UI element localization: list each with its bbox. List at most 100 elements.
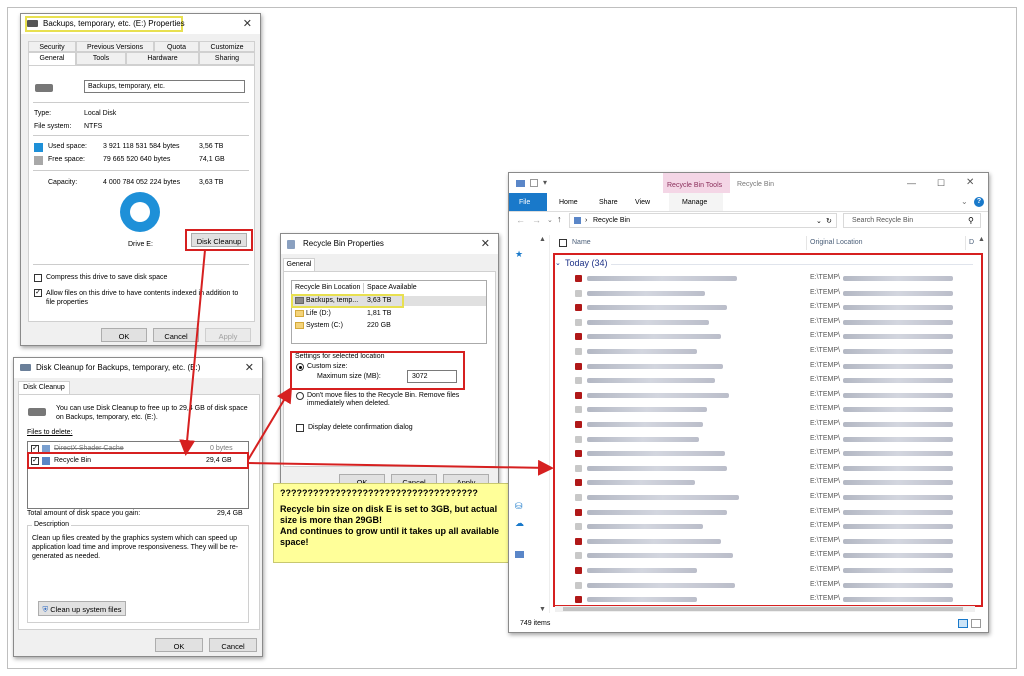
drive-properties-window: Backups, temporary, etc. (E:) Properties…	[20, 13, 261, 346]
cleanup-icon	[20, 364, 31, 371]
title-bar: Disk Cleanup for Backups, temporary, etc…	[14, 358, 262, 378]
volume-name-input[interactable]: Backups, temporary, etc.	[84, 80, 245, 93]
h-scrollbar[interactable]	[555, 606, 975, 612]
free-color-swatch	[34, 156, 43, 165]
note-line-grow: And continues to grow until it takes up …	[280, 526, 500, 547]
apply-button[interactable]: Apply	[205, 328, 251, 342]
h-scroll-thumb[interactable]	[563, 607, 963, 611]
nav-quick-access-icon[interactable]: ★	[515, 249, 523, 260]
free-bytes: 79 665 520 640 bytes	[103, 156, 171, 163]
ribbon-tab-share[interactable]: Share	[599, 199, 618, 206]
recent-icon[interactable]: ⌄	[547, 216, 553, 224]
ribbon-tab-home[interactable]: Home	[559, 199, 578, 206]
tab-security[interactable]: Security	[28, 41, 76, 52]
nav-this-pc-icon[interactable]	[515, 551, 524, 558]
index-checkbox[interactable]: ✓	[34, 289, 42, 297]
qat-dropdown-icon[interactable]: ▾	[543, 178, 547, 187]
close-icon[interactable]: ✕	[243, 17, 252, 30]
recycle-bin-icon	[287, 240, 295, 249]
maximize-icon[interactable]: ☐	[937, 178, 945, 189]
clean-system-files-label: Clean up system files	[50, 605, 122, 614]
recycle-bin-properties-window: Recycle Bin Properties ✕ General Recycle…	[280, 233, 499, 489]
ok-button[interactable]: OK	[155, 638, 203, 652]
address-dropdown-icon[interactable]: ⌄	[816, 217, 822, 225]
ribbon-tab-file[interactable]: File	[519, 199, 530, 206]
used-label: Used space:	[48, 143, 87, 150]
tab-customize[interactable]: Customize	[199, 41, 255, 52]
cancel-button[interactable]: Cancel	[153, 328, 199, 342]
ribbon-tab-manage[interactable]: Manage	[682, 199, 707, 206]
search-box[interactable]: Search Recycle Bin ⚲	[843, 213, 981, 228]
col-divider	[806, 236, 807, 250]
files-label: Files to delete:	[27, 429, 73, 436]
used-size: 3,56 TB	[199, 143, 224, 150]
col-location[interactable]: Recycle Bin Location	[295, 284, 360, 291]
forward-icon[interactable]: →	[532, 215, 541, 225]
free-label: Free space:	[48, 156, 85, 163]
recycle-tools-tab[interactable]: Recycle Bin Tools	[667, 182, 722, 189]
window-title: Backups, temporary, etc. (E:) Properties	[43, 19, 185, 28]
compress-checkbox[interactable]	[34, 274, 42, 282]
address-chevron: ›	[585, 217, 588, 224]
address-bar[interactable]: › Recycle Bin ⌄ ↻	[569, 213, 837, 228]
nav-scroll-down-icon[interactable]: ▼	[539, 606, 546, 613]
total-value: 29,4 GB	[217, 510, 243, 517]
minimize-icon[interactable]: —	[907, 178, 916, 188]
tab-hardware[interactable]: Hardware	[126, 52, 199, 65]
close-icon[interactable]: ✕	[966, 177, 974, 188]
col-original-location[interactable]: Original Location	[810, 239, 863, 246]
location-name: Life (D:)	[306, 310, 331, 317]
cleanup-highlight	[185, 229, 253, 251]
qat-folder-icon[interactable]	[516, 180, 525, 187]
close-icon[interactable]: ✕	[481, 237, 490, 250]
tab-disk-cleanup[interactable]: Disk Cleanup	[18, 381, 70, 394]
large-icons-view-icon[interactable]	[971, 619, 981, 628]
type-label: Type:	[34, 110, 52, 117]
fs-label: File system:	[34, 123, 72, 130]
recycle-bin-highlight	[27, 452, 249, 469]
annotation-note: ???????????????????????????????????? Rec…	[273, 483, 515, 563]
item-size: 0 bytes	[210, 445, 233, 452]
dont-move-label: Don't move files to the Recycle Bin. Rem…	[307, 392, 460, 407]
refresh-icon[interactable]: ↻	[826, 217, 832, 225]
tab-general[interactable]: General	[28, 52, 76, 65]
tab-quota[interactable]: Quota	[154, 41, 199, 52]
qat-check-icon[interactable]	[530, 179, 538, 187]
usage-donut	[120, 192, 160, 232]
help-icon[interactable]: ?	[974, 197, 984, 207]
divider	[33, 135, 249, 136]
col-date[interactable]: D	[969, 239, 974, 246]
dont-move-radio[interactable]	[296, 392, 304, 400]
nav-scroll-up-icon[interactable]: ▲	[539, 236, 546, 243]
usage-donut-hole	[130, 202, 150, 222]
tab-general[interactable]: General	[283, 258, 315, 271]
col-name[interactable]: Name	[572, 239, 591, 246]
nav-network-icon[interactable]: ⛁	[515, 501, 523, 512]
v-scroll-up-icon[interactable]: ▲	[978, 236, 985, 243]
cancel-button[interactable]: Cancel	[209, 638, 257, 652]
tab-tools[interactable]: Tools	[76, 52, 126, 65]
col-divider	[965, 236, 966, 250]
location-space: 1,81 TB	[367, 310, 392, 317]
confirm-label: Display delete confirmation dialog	[308, 424, 413, 431]
fs-value: NTFS	[84, 123, 103, 130]
tab-previous-versions[interactable]: Previous Versions	[76, 41, 154, 52]
col-space[interactable]: Space Available	[367, 284, 417, 291]
nav-onedrive-icon[interactable]: ☁	[515, 518, 524, 529]
select-all-checkbox[interactable]	[559, 239, 567, 247]
up-icon[interactable]: ↑	[557, 214, 562, 224]
ribbon-expand-icon[interactable]: ⌄	[961, 197, 968, 206]
ribbon-tab-view[interactable]: View	[635, 199, 650, 206]
location-space: 220 GB	[367, 322, 391, 329]
back-icon[interactable]: ←	[516, 215, 525, 225]
tab-sharing[interactable]: Sharing	[199, 52, 255, 65]
clean-system-files-button[interactable]: ⛨ Clean up system files	[38, 601, 126, 616]
search-placeholder: Search Recycle Bin	[852, 217, 914, 224]
divider	[33, 264, 249, 265]
title-bar: Recycle Bin Properties ✕	[281, 234, 498, 254]
confirm-checkbox[interactable]	[296, 424, 304, 432]
close-icon[interactable]: ✕	[245, 361, 254, 374]
index-label: Allow files on this drive to have conten…	[46, 290, 239, 306]
details-view-icon[interactable]	[958, 619, 968, 628]
ok-button[interactable]: OK	[101, 328, 147, 342]
